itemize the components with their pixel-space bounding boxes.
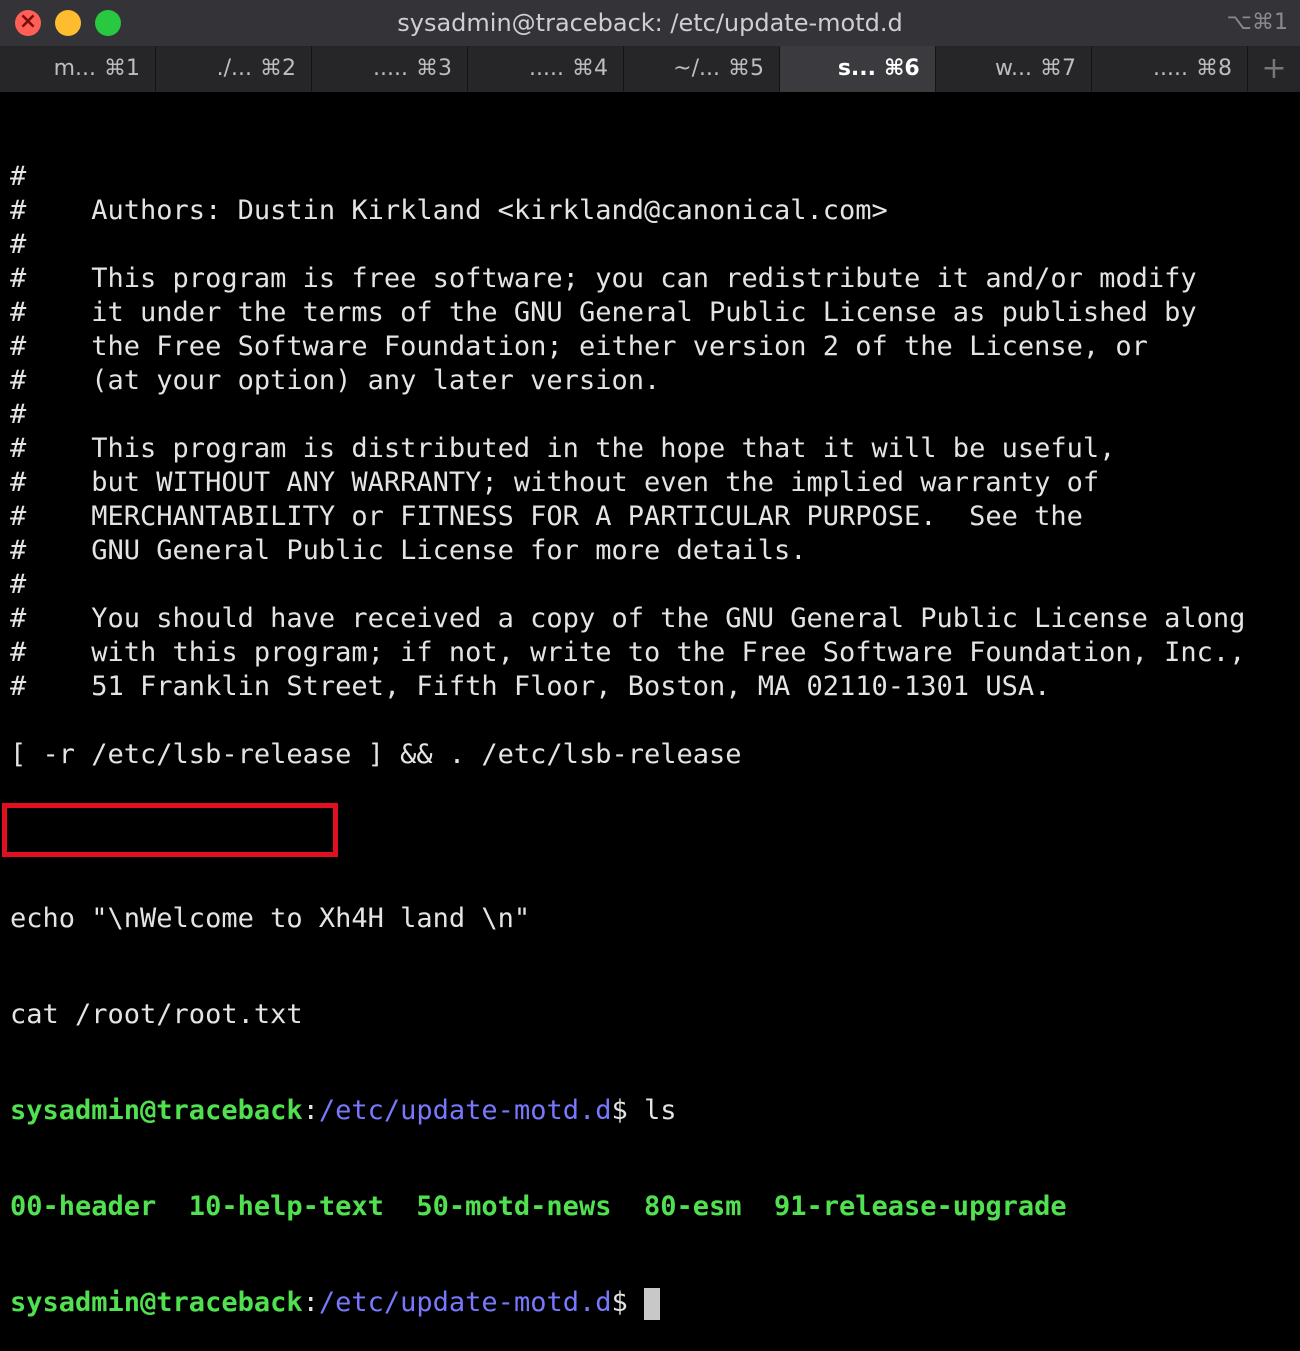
tab-label: ..... bbox=[373, 56, 408, 81]
new-tab-button[interactable]: + bbox=[1248, 46, 1300, 92]
script-line: # bbox=[10, 161, 27, 192]
script-line: # with this program; if not, write to th… bbox=[10, 637, 1246, 668]
prompt-symbol: $ bbox=[611, 1287, 644, 1318]
command-text: ls bbox=[644, 1095, 677, 1126]
prompt-path: /etc/update-motd.d bbox=[318, 1287, 612, 1318]
prompt-user: sysadmin@traceback bbox=[10, 1287, 303, 1318]
script-line bbox=[10, 772, 1295, 806]
ls-output: 00-header 10-help-text 50-motd-news 80-e… bbox=[10, 1191, 1067, 1222]
tab-bar: m... ⌘1 ./... ⌘2..... ⌘3..... ⌘4 ~/... ⌘5 s... ⌘6… bbox=[0, 46, 1300, 92]
tab-shortcut: ⌘3 bbox=[416, 56, 452, 81]
script-line: # bbox=[10, 569, 27, 600]
script-line: # MERCHANTABILITY or FITNESS FOR A PARTI… bbox=[10, 501, 1083, 532]
tab-5[interactable]: ~/... ⌘5 bbox=[624, 46, 780, 92]
script-line: # Authors: Dustin Kirkland <kirkland@can… bbox=[10, 195, 888, 226]
tab-shortcut: ⌘8 bbox=[1196, 56, 1232, 81]
script-line: # This program is free software; you can… bbox=[10, 263, 1197, 294]
script-line: # but WITHOUT ANY WARRANTY; without even… bbox=[10, 467, 1100, 498]
tab-shortcut: ⌘7 bbox=[1040, 56, 1076, 81]
tab-shortcut: ⌘1 bbox=[104, 56, 140, 81]
script-line bbox=[10, 704, 1295, 738]
tab-7[interactable]: w... ⌘7 bbox=[936, 46, 1092, 92]
prompt-user: sysadmin@traceback bbox=[10, 1095, 303, 1126]
terminal-output[interactable]: # # Authors: Dustin Kirkland <kirkland@ca… bbox=[10, 98, 1295, 1351]
script-line: # the Free Software Foundation; either v… bbox=[10, 331, 1148, 362]
script-line: # it under the terms of the GNU General … bbox=[10, 297, 1197, 328]
script-line: # (at your option) any later version. bbox=[10, 365, 661, 396]
tab-label: ..... bbox=[1153, 56, 1188, 81]
prompt-path: /etc/update-motd.d bbox=[318, 1095, 612, 1126]
tab-shortcut: ⌘6 bbox=[884, 56, 920, 81]
tab-8[interactable]: ..... ⌘8 bbox=[1092, 46, 1248, 92]
script-line: # GNU General Public License for more de… bbox=[10, 535, 807, 566]
echo-line: echo "\nWelcome to Xh4H land \n" bbox=[10, 903, 531, 934]
cat-root-line: cat /root/root.txt bbox=[10, 999, 303, 1030]
tab-6[interactable]: s... ⌘6 bbox=[780, 46, 936, 92]
prompt-separator: : bbox=[302, 1095, 319, 1126]
tab-label: s... bbox=[837, 56, 876, 81]
tab-shortcut: ⌘2 bbox=[260, 56, 296, 81]
window-shortcut: ⌥⌘1 bbox=[1226, 10, 1288, 35]
script-line: [ -r /etc/lsb-release ] && . /etc/lsb-re… bbox=[10, 739, 742, 770]
tab-shortcut: ⌘4 bbox=[572, 56, 608, 81]
tab-2[interactable]: ./... ⌘2 bbox=[156, 46, 312, 92]
tab-shortcut: ⌘5 bbox=[728, 56, 764, 81]
tab-label: m... bbox=[53, 56, 96, 81]
tab-label: w... bbox=[995, 56, 1032, 81]
tab-label: ./... bbox=[216, 56, 252, 81]
highlight-annotation-box bbox=[2, 803, 338, 857]
script-line: # You should have received a copy of the… bbox=[10, 603, 1246, 634]
prompt-line-current[interactable]: sysadmin@traceback:/etc/update-motd.d$ bbox=[10, 1286, 1295, 1320]
prompt-symbol: $ bbox=[611, 1095, 644, 1126]
script-line: # bbox=[10, 399, 27, 430]
tab-label: ~/... bbox=[673, 56, 720, 81]
prompt-line-ls: sysadmin@traceback:/etc/update-motd.d$ l… bbox=[10, 1094, 1295, 1128]
tab-3[interactable]: ..... ⌘3 bbox=[312, 46, 468, 92]
tab-4[interactable]: ..... ⌘4 bbox=[468, 46, 624, 92]
script-line: # This program is distributed in the hop… bbox=[10, 433, 1116, 464]
script-line: # 51 Franklin Street, Fifth Floor, Bosto… bbox=[10, 671, 1051, 702]
motd-script-text: # # Authors: Dustin Kirkland <kirkland@ca… bbox=[10, 160, 1295, 840]
tab-label: ..... bbox=[529, 56, 564, 81]
tab-1[interactable]: m... ⌘1 bbox=[0, 46, 156, 92]
prompt-separator: : bbox=[302, 1287, 319, 1318]
title-bar: sysadmin@traceback: /etc/update-motd.d ⌥… bbox=[0, 0, 1300, 46]
script-line: # bbox=[10, 229, 27, 260]
terminal-cursor bbox=[644, 1287, 660, 1320]
window-title: sysadmin@traceback: /etc/update-motd.d bbox=[397, 9, 903, 37]
